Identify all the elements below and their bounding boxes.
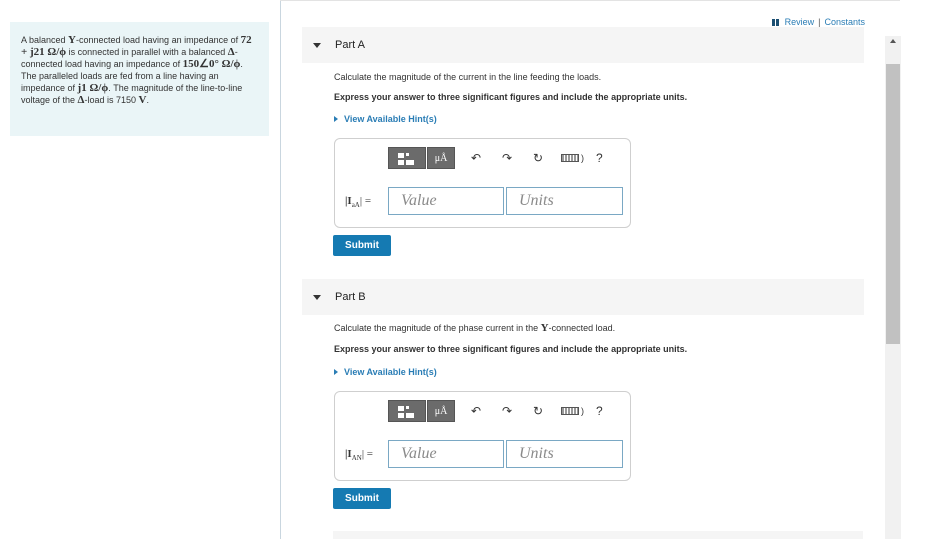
expand-triangle-icon — [334, 369, 338, 375]
link-separator: | — [818, 17, 821, 27]
part-b-hint-label: View Available Hint(s) — [344, 367, 437, 377]
part-b-units-input[interactable]: Units — [506, 440, 623, 468]
problem-text-segment: -connected load having an impedance of — [76, 35, 241, 45]
template-square-icon — [398, 406, 404, 411]
scroll-up-arrow-icon[interactable] — [890, 39, 896, 43]
constants-link[interactable]: Constants — [824, 17, 865, 27]
template-square-icon — [398, 413, 404, 418]
undo-icon[interactable]: ↶ — [465, 400, 487, 422]
template-square-icon — [406, 153, 409, 156]
problem-text: A balanced Y-connected load having an im… — [21, 34, 252, 106]
scrollbar-thumb[interactable] — [886, 64, 900, 344]
top-rule — [280, 0, 900, 1]
problem-math: Y — [68, 34, 76, 46]
template-square-icon — [406, 160, 414, 165]
part-b-submit-button[interactable]: Submit — [333, 488, 391, 509]
keyboard-paren: ) — [581, 406, 584, 416]
template-square-icon — [398, 153, 404, 158]
reset-icon[interactable]: ↻ — [527, 400, 549, 422]
part-a-header[interactable]: Part A — [302, 27, 864, 63]
part-b-variable-label: |IAN| = — [345, 448, 373, 463]
part-a-hint-link[interactable]: View Available Hint(s) — [334, 114, 437, 124]
problem-text-segment: is connected in parallel with a balanced — [66, 47, 228, 57]
part-a-express: Express your answer to three significant… — [334, 92, 688, 102]
part-a-question: Calculate the magnitude of the current i… — [334, 72, 602, 82]
help-icon[interactable]: ? — [596, 404, 603, 418]
template-square-icon — [398, 160, 404, 165]
template-square-icon — [406, 406, 409, 409]
part-a-units-input[interactable]: Units — [506, 187, 623, 215]
expand-triangle-icon — [334, 116, 338, 122]
review-link[interactable]: Review — [785, 17, 815, 27]
part-a-toolbar: μÅ ↶ ↷ ↻ ) ? — [388, 146, 603, 170]
part-b-title: Part B — [335, 291, 366, 303]
units-symbol-button[interactable]: μÅ — [427, 400, 455, 422]
part-a-hint-label: View Available Hint(s) — [344, 114, 437, 124]
problem-statement: A balanced Y-connected load having an im… — [10, 22, 269, 136]
part-b-header[interactable]: Part B — [302, 279, 864, 315]
problem-text-segment: A balanced — [21, 35, 69, 45]
keyboard-icon[interactable] — [561, 154, 579, 162]
keyboard-paren: ) — [581, 153, 584, 163]
problem-text-segment: -load is 7150 — [84, 95, 139, 105]
template-square-icon — [406, 413, 414, 418]
keyboard-icon[interactable] — [561, 407, 579, 415]
help-icon[interactable]: ? — [596, 151, 603, 165]
part-b-express: Express your answer to three significant… — [334, 344, 688, 354]
templates-button[interactable] — [388, 400, 426, 422]
problem-text-segment: . — [146, 95, 149, 105]
next-part-header — [333, 531, 863, 539]
part-b-toolbar: μÅ ↶ ↷ ↻ ) ? — [388, 399, 603, 423]
part-a-submit-button[interactable]: Submit — [333, 235, 391, 256]
problem-math: Δ — [227, 46, 235, 58]
part-a-value-input[interactable]: Value — [388, 187, 504, 215]
templates-button[interactable] — [388, 147, 426, 169]
review-bars-icon — [771, 18, 779, 26]
part-b-value-input[interactable]: Value — [388, 440, 504, 468]
part-b-hint-link[interactable]: View Available Hint(s) — [334, 367, 437, 377]
reset-icon[interactable]: ↻ — [527, 147, 549, 169]
problem-math: 150∠0° Ω/ϕ — [182, 58, 241, 70]
top-links: Review | Constants — [771, 17, 865, 27]
collapse-triangle-icon — [313, 42, 321, 48]
pane-divider — [280, 0, 281, 539]
part-b-question: Calculate the magnitude of the phase cur… — [334, 322, 616, 334]
redo-icon[interactable]: ↷ — [496, 147, 518, 169]
problem-math: j1 Ω/ϕ — [77, 82, 109, 94]
part-a-answer-box: μÅ ↶ ↷ ↻ ) ? |IaA| = Value Units — [334, 138, 631, 228]
units-symbol-button[interactable]: μÅ — [427, 147, 455, 169]
undo-icon[interactable]: ↶ — [465, 147, 487, 169]
part-a-title: Part A — [335, 39, 365, 51]
redo-icon[interactable]: ↷ — [496, 400, 518, 422]
part-b-answer-box: μÅ ↶ ↷ ↻ ) ? |IAN| = Value Units — [334, 391, 631, 481]
part-a-variable-label: |IaA| = — [345, 195, 372, 210]
collapse-triangle-icon — [313, 294, 321, 300]
